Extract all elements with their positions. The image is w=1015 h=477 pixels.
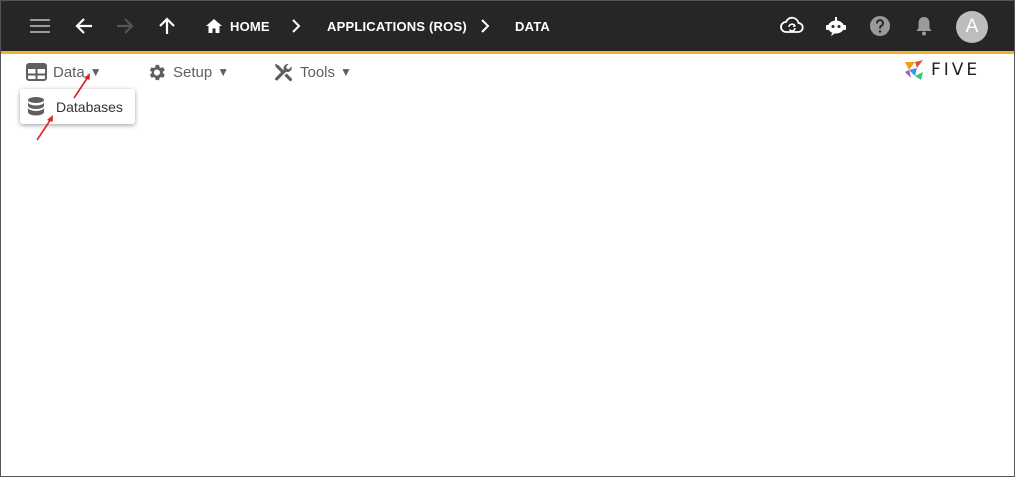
menu-data-label: Data	[53, 63, 85, 81]
up-button[interactable]	[150, 9, 184, 43]
forward-button[interactable]	[108, 9, 142, 43]
application-window: HOME APPLICATIONS (ROS) DATA A Data ▼ Se…	[0, 0, 1015, 477]
help-button[interactable]	[863, 9, 897, 43]
breadcrumb-data-label: DATA	[515, 18, 550, 34]
cloud-sync-button[interactable]	[775, 9, 809, 43]
data-dropdown-menu: Databases	[20, 89, 135, 124]
menu-setup-label: Setup	[173, 63, 213, 81]
hamburger-menu-icon	[30, 19, 50, 33]
chatbot-icon	[826, 17, 846, 36]
dropdown-item-databases-label: Databases	[56, 99, 123, 115]
chatbot-button[interactable]	[819, 9, 853, 43]
top-bar-accent-stripe	[1, 51, 1014, 54]
breadcrumb-home[interactable]: HOME	[205, 16, 270, 36]
back-button[interactable]	[67, 9, 101, 43]
chevron-right-icon	[292, 19, 301, 33]
dropdown-item-databases[interactable]: Databases	[20, 89, 135, 124]
breadcrumb-data[interactable]: DATA	[515, 16, 550, 36]
user-avatar[interactable]: A	[956, 11, 988, 43]
caret-down-icon: ▼	[340, 65, 352, 79]
gear-icon	[149, 64, 165, 80]
table-grid-icon	[26, 63, 47, 81]
five-logo-mark-icon	[905, 60, 923, 80]
chevron-right-icon	[481, 19, 490, 33]
menu-tools-label: Tools	[300, 63, 336, 81]
five-logo-text: FIVE	[931, 60, 981, 80]
tools-icon	[274, 63, 293, 81]
breadcrumb-applications[interactable]: APPLICATIONS (ROS)	[327, 16, 467, 36]
caret-down-icon: ▼	[217, 65, 230, 79]
notifications-bell-icon	[916, 17, 932, 36]
menu-data[interactable]: Data ▼	[26, 60, 102, 84]
menu-tools[interactable]: Tools ▼	[273, 60, 352, 84]
arrow-right-icon	[117, 18, 134, 34]
five-logo: FIVE	[903, 57, 995, 83]
breadcrumb-applications-label: APPLICATIONS (ROS)	[327, 18, 467, 34]
notifications-button[interactable]	[907, 9, 941, 43]
hamburger-menu-button[interactable]	[23, 9, 57, 43]
avatar-initial: A	[965, 16, 979, 37]
arrow-up-icon	[159, 17, 175, 34]
arrow-left-icon	[75, 18, 92, 34]
help-icon	[870, 16, 890, 36]
top-app-bar: HOME APPLICATIONS (ROS) DATA A	[1, 1, 1014, 51]
home-icon	[206, 19, 222, 33]
breadcrumb-home-label: HOME	[230, 18, 270, 34]
caret-down-icon: ▼	[89, 65, 102, 79]
cloud-sync-icon	[780, 16, 804, 33]
database-icon	[28, 97, 44, 116]
menu-setup[interactable]: Setup ▼	[146, 60, 229, 84]
